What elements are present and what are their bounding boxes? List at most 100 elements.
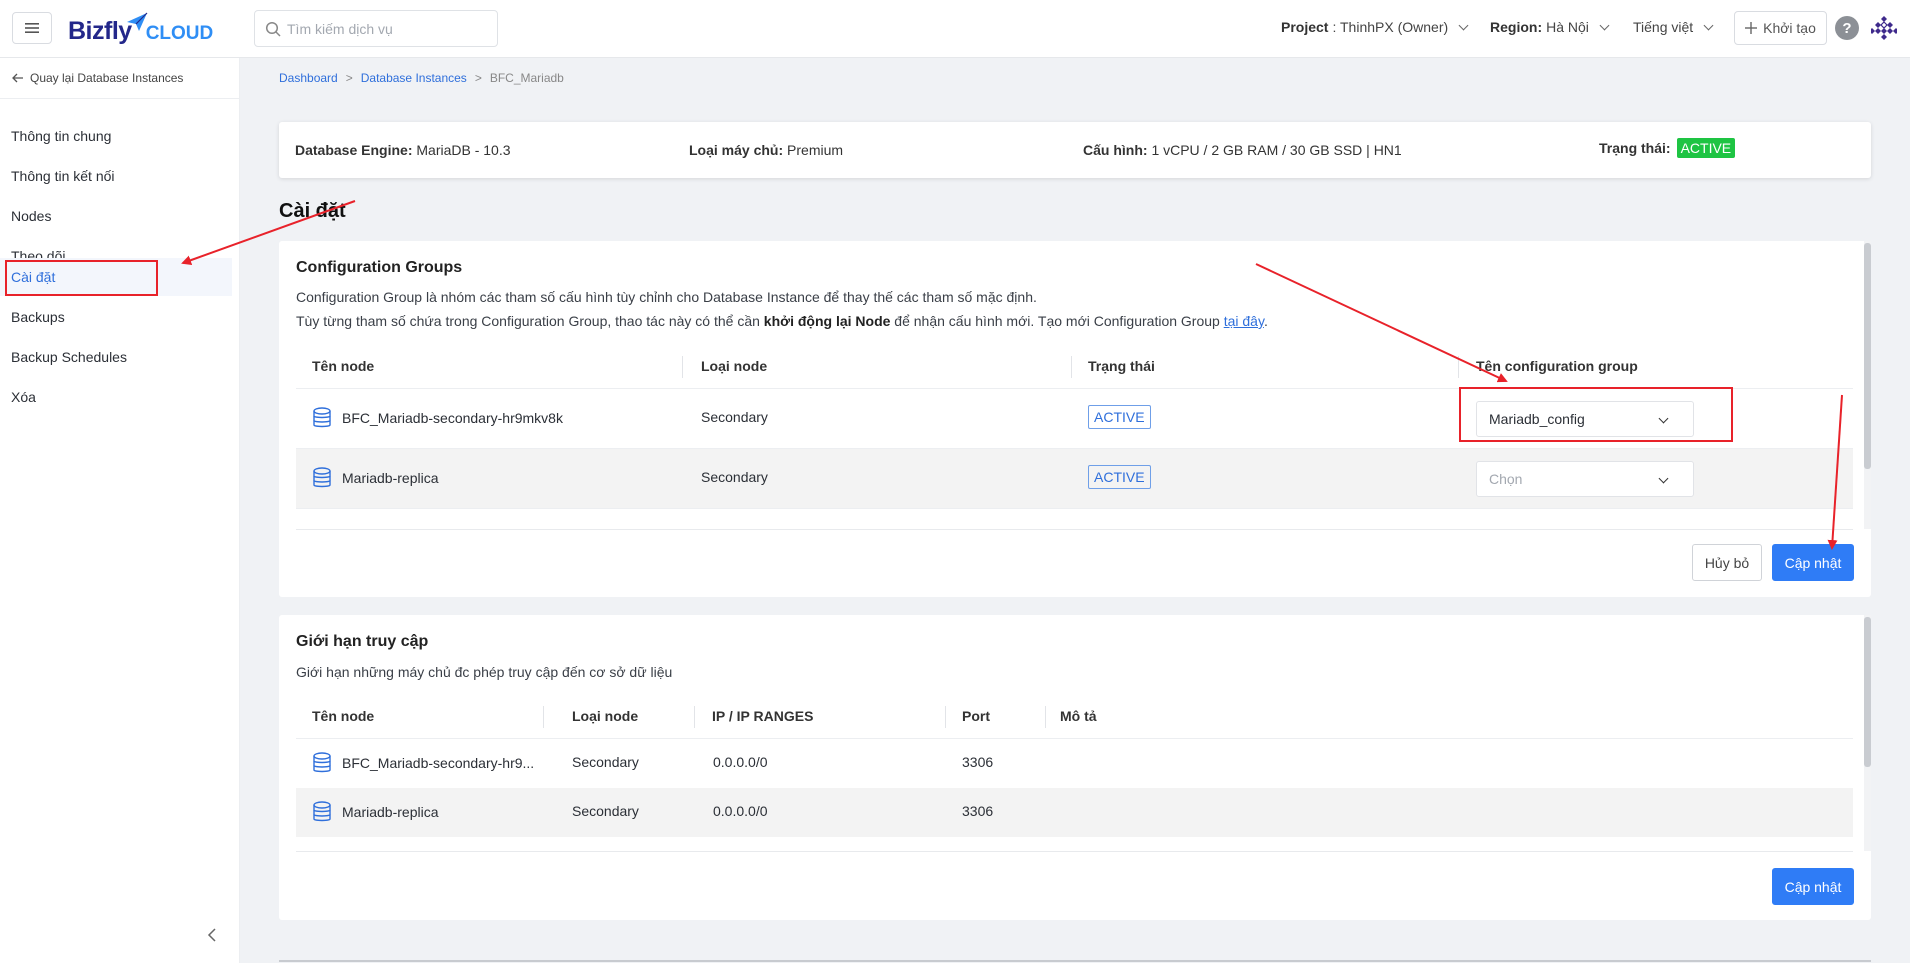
node-name-cell: BFC_Mariadb-secondary-hr9mkv8k <box>312 407 563 429</box>
sidebar-item-nodes[interactable]: Nodes <box>0 197 232 235</box>
sidebar-item-connection-info[interactable]: Thông tin kết nối <box>0 157 232 195</box>
chevron-down-icon <box>1658 413 1669 424</box>
access-limit-card: Giới hạn truy cập Giới hạn những máy chủ… <box>279 615 1871 920</box>
language-selector[interactable]: Tiếng việt <box>1633 19 1714 35</box>
chevron-down-icon <box>1658 473 1669 484</box>
scrollbar-thumb[interactable] <box>1864 243 1871 469</box>
server-type-info: Loại máy chủ: Premium <box>689 142 843 158</box>
chevron-left-icon[interactable] <box>205 927 221 943</box>
sidebar-item-label: Thông tin chung <box>11 128 112 144</box>
page-title: Cài đặt <box>279 200 346 222</box>
update-label: Cập nhật <box>1784 554 1842 571</box>
config-label: Cấu hình: <box>1083 142 1148 158</box>
config-group-select[interactable]: Mariadb_config <box>1476 401 1694 437</box>
column-header: Trạng thái <box>1088 358 1155 374</box>
menu-toggle-button[interactable] <box>12 12 52 44</box>
update-config-button[interactable]: Cập nhật <box>1772 544 1854 581</box>
config-group-select[interactable]: Chọn <box>1476 461 1694 497</box>
table-row: BFC_Mariadb-secondary-hr9... Secondary 0… <box>296 739 1853 788</box>
sidebar-item-backup-schedules[interactable]: Backup Schedules <box>0 338 232 376</box>
breadcrumb-separator: > <box>474 71 482 85</box>
breadcrumb-current: BFC_Mariadb <box>489 71 564 85</box>
node-name: Mariadb-replica <box>342 470 439 486</box>
hamburger-icon <box>25 23 39 33</box>
back-to-instances-link[interactable]: Quay lại Database Instances <box>12 71 183 85</box>
update-access-button[interactable]: Cập nhật <box>1772 868 1854 905</box>
sidebar-item-label: Cài đặt <box>11 269 56 285</box>
card-title: Configuration Groups <box>296 259 463 276</box>
status-label: Trạng thái: <box>1599 140 1671 156</box>
column-divider <box>694 706 695 728</box>
scrollbar-thumb[interactable] <box>1864 617 1871 767</box>
back-label: Quay lại Database Instances <box>30 71 184 85</box>
create-label: Khởi tạo <box>1763 20 1816 36</box>
port-value: 3306 <box>962 803 994 819</box>
search-icon <box>265 21 281 37</box>
ip-range: 0.0.0.0/0 <box>713 754 768 770</box>
apps-grid-icon[interactable] <box>1871 15 1897 41</box>
table-row: Mariadb-replica Secondary ACTIVE Chọn <box>296 449 1853 509</box>
instance-info-bar: Database Engine: MariaDB - 10.3 Loại máy… <box>279 122 1871 178</box>
config-value: 1 vCPU / 2 GB RAM / 30 GB SSD | HN1 <box>1151 142 1402 158</box>
status-badge: ACTIVE <box>1088 465 1151 489</box>
create-config-group-link[interactable]: tại đây <box>1224 313 1264 329</box>
project-selector[interactable]: Project: ThinhPX (Owner) <box>1281 19 1469 35</box>
breadcrumb-separator: > <box>345 71 353 85</box>
column-divider <box>682 356 683 378</box>
project-label: Project <box>1281 19 1329 35</box>
engine-value: MariaDB - 10.3 <box>416 142 511 158</box>
region-selector[interactable]: Region: Hà Nội <box>1490 19 1610 35</box>
node-name-cell: Mariadb-replica <box>312 467 438 489</box>
breadcrumb-dashboard[interactable]: Dashboard <box>279 71 338 85</box>
desc-text: Tùy từng tham số chứa trong Configuratio… <box>296 313 764 329</box>
region-value: Hà Nội <box>1546 19 1589 35</box>
status-badge: ACTIVE <box>1088 405 1151 429</box>
desc-text: . <box>1263 313 1268 329</box>
node-name-cell: Mariadb-replica <box>312 801 438 823</box>
node-name: Mariadb-replica <box>342 804 439 820</box>
column-header: Loại node <box>572 708 639 724</box>
server-type-value: Premium <box>787 142 844 158</box>
status-badge: ACTIVE <box>1676 138 1736 158</box>
column-header: Port <box>962 708 990 724</box>
node-type: Secondary <box>572 754 639 770</box>
search-box[interactable] <box>254 10 498 47</box>
chevron-down-icon <box>1458 20 1469 30</box>
language-value: Tiếng việt <box>1633 19 1694 35</box>
sidebar-item-label: Nodes <box>11 208 52 224</box>
card-description: Configuration Group là nhóm các tham số … <box>296 289 1037 305</box>
node-type: Secondary <box>701 469 768 485</box>
table-footer-divider <box>296 851 1853 852</box>
engine-label: Database Engine: <box>295 142 413 158</box>
search-input[interactable] <box>287 20 477 37</box>
table-footer-divider <box>296 529 1853 530</box>
column-divider <box>1045 706 1046 728</box>
column-divider <box>543 706 544 728</box>
help-icon[interactable]: ? <box>1835 16 1859 40</box>
database-icon <box>313 801 331 822</box>
database-icon <box>313 407 331 428</box>
sidebar-item-general-info[interactable]: Thông tin chung <box>0 117 232 155</box>
column-divider <box>1071 356 1072 378</box>
column-divider <box>945 706 946 728</box>
arrow-left-icon <box>12 73 23 83</box>
sidebar-item-backups[interactable]: Backups <box>0 298 232 336</box>
node-name: BFC_Mariadb-secondary-hr9mkv8k <box>342 410 563 426</box>
sidebar-item-label: Backups <box>11 309 65 325</box>
sidebar-item-delete[interactable]: Xóa <box>0 378 232 416</box>
logo-subtext: CLOUD <box>145 23 214 44</box>
ip-range: 0.0.0.0/0 <box>713 803 768 819</box>
column-header: Mô tả <box>1060 708 1097 724</box>
create-button[interactable]: Khởi tạo <box>1734 11 1827 45</box>
sidebar-item-settings[interactable]: Cài đặt <box>0 258 232 296</box>
breadcrumb: Dashboard > Database Instances > BFC_Mar… <box>279 71 564 85</box>
server-type-label: Loại máy chủ: <box>689 142 784 158</box>
desc-text: để nhận cấu hình mới. Tạo mới Configurat… <box>890 313 1224 329</box>
bizfly-logo[interactable]: Bizfly CLOUD <box>68 12 213 46</box>
database-icon <box>313 752 331 773</box>
breadcrumb-database-instances[interactable]: Database Instances <box>361 71 467 85</box>
cancel-button[interactable]: Hủy bỏ <box>1692 544 1762 581</box>
card-description-2: Tùy từng tham số chứa trong Configuratio… <box>296 313 1268 329</box>
cancel-label: Hủy bỏ <box>1704 554 1750 571</box>
sidebar: Quay lại Database Instances Thông tin ch… <box>0 58 240 963</box>
